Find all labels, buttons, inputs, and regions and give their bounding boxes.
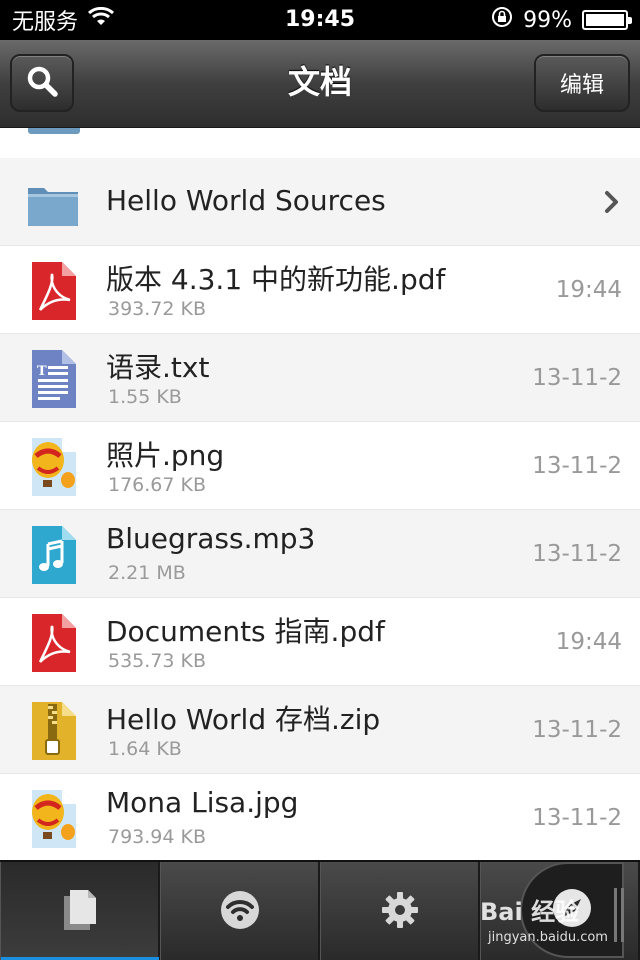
- file-row[interactable]: T 语录.txt 1.55 KB 13-11-2: [0, 334, 640, 422]
- watermark-logo: Bai 经验: [480, 898, 580, 926]
- chevron-right-icon: [604, 190, 620, 219]
- file-name: Bluegrass.mp3: [106, 522, 316, 555]
- file-name: Hello World 存档.zip: [106, 703, 381, 736]
- drag-handle[interactable]: [614, 888, 624, 942]
- folder-icon: [28, 128, 80, 134]
- rotation-lock-icon: [491, 6, 513, 34]
- pdf-icon: [26, 612, 80, 674]
- folder-icon: [26, 172, 80, 234]
- file-date: 13-11-2: [532, 805, 622, 831]
- file-date: 13-11-2: [532, 365, 622, 391]
- status-right: 99%: [491, 0, 632, 40]
- image-balloon-icon: [26, 436, 80, 498]
- svg-text:T: T: [37, 364, 47, 379]
- file-row[interactable]: 版本 4.3.1 中的新功能.pdf 393.72 KB 19:44: [0, 246, 640, 334]
- battery-icon: [582, 10, 632, 30]
- navigation-bar: 文档 编辑: [0, 40, 640, 128]
- file-name: Mona Lisa.jpg: [106, 786, 299, 819]
- zip-file-icon: [26, 700, 80, 762]
- folder-row[interactable]: Hello World Sources: [0, 158, 640, 246]
- document-icon: [60, 888, 100, 937]
- watermark-url: jingyan.baidu.com: [488, 930, 608, 945]
- tab-settings[interactable]: [320, 862, 480, 960]
- file-name: Documents 指南.pdf: [106, 615, 385, 648]
- file-size: 1.55 KB: [108, 386, 182, 408]
- audio-file-icon: [26, 524, 80, 586]
- file-date: 19:44: [555, 277, 622, 303]
- file-size: 176.67 KB: [108, 474, 207, 496]
- battery-fill: [586, 14, 624, 26]
- tab-documents[interactable]: [0, 862, 160, 960]
- file-name: 语录.txt: [106, 351, 210, 384]
- pdf-icon: [26, 260, 80, 322]
- partial-list-item[interactable]: [0, 128, 640, 158]
- file-size: 535.73 KB: [108, 650, 207, 672]
- file-size: 793.94 KB: [108, 826, 207, 848]
- tab-wifi[interactable]: [160, 862, 320, 960]
- file-name: 版本 4.3.1 中的新功能.pdf: [106, 263, 446, 296]
- file-date: 19:44: [555, 629, 622, 655]
- file-date: 13-11-2: [532, 453, 622, 479]
- image-balloon-icon: [26, 788, 80, 850]
- file-date: 13-11-2: [532, 541, 622, 567]
- battery-percent: 99%: [523, 7, 572, 33]
- file-size: 2.21 MB: [108, 562, 186, 584]
- file-row[interactable]: Hello World 存档.zip 1.64 KB 13-11-2: [0, 686, 640, 774]
- file-row[interactable]: Bluegrass.mp3 2.21 MB 13-11-2: [0, 510, 640, 598]
- text-file-icon: T: [26, 348, 80, 410]
- file-date: 13-11-2: [532, 717, 622, 743]
- file-size: 393.72 KB: [108, 298, 207, 320]
- file-row[interactable]: Documents 指南.pdf 535.73 KB 19:44: [0, 598, 640, 686]
- file-row[interactable]: 照片.png 176.67 KB 13-11-2: [0, 422, 640, 510]
- status-bar: 无服务 19:45 99%: [0, 0, 640, 40]
- folder-name: Hello World Sources: [106, 184, 386, 217]
- edit-button[interactable]: 编辑: [534, 54, 630, 112]
- wifi-icon: [219, 889, 261, 936]
- file-size: 1.64 KB: [108, 738, 182, 760]
- file-row[interactable]: Mona Lisa.jpg 793.94 KB 13-11-2: [0, 774, 640, 860]
- file-list: Hello World Sources 版本 4.3.1 中的新功能.pdf 3…: [0, 128, 640, 860]
- gear-icon: [380, 890, 420, 935]
- file-name: 照片.png: [106, 439, 225, 472]
